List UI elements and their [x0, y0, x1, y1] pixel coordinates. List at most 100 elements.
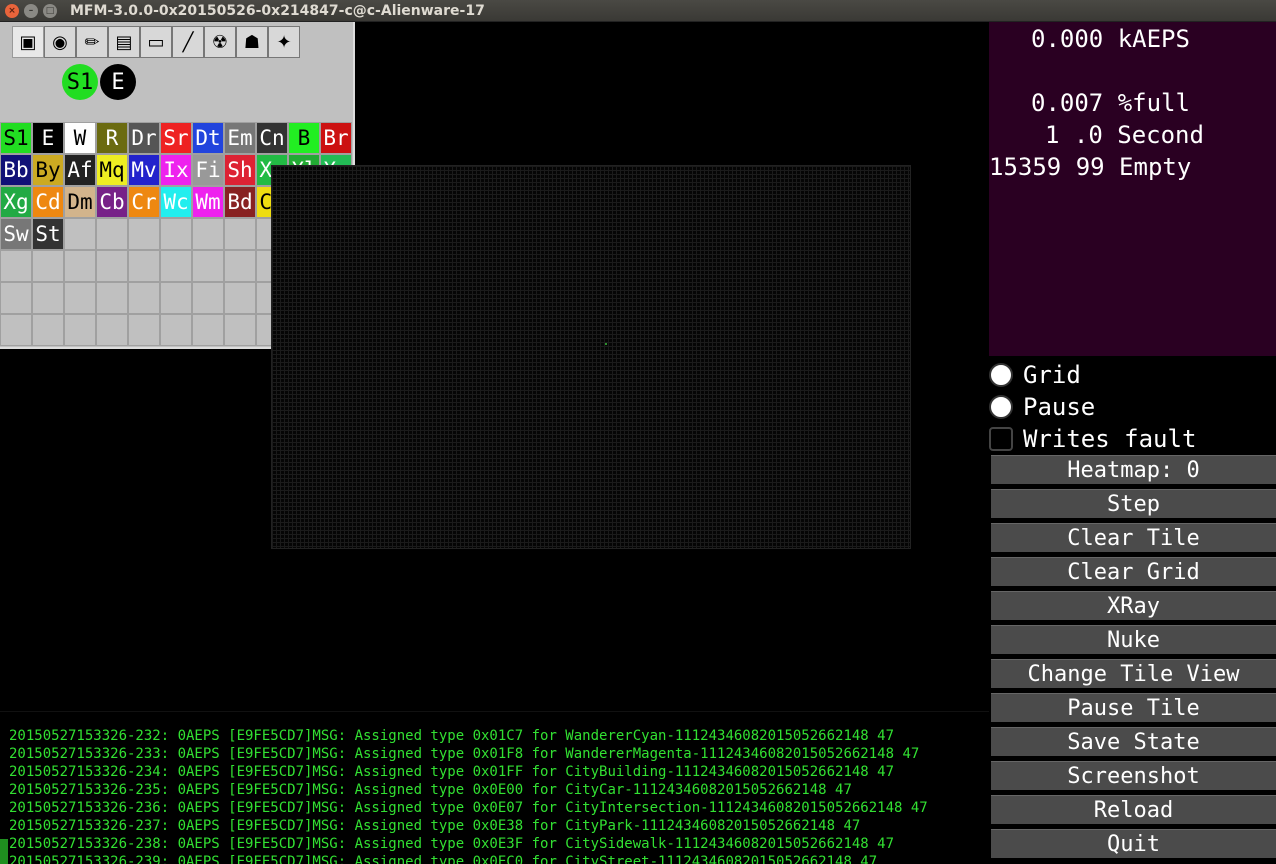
element-cell[interactable]: Af [64, 154, 96, 186]
element-cell[interactable]: Wm [192, 186, 224, 218]
element-cell[interactable]: R [96, 122, 128, 154]
element-cell[interactable]: Xg [0, 186, 32, 218]
checkbox-label: Writes fault [1023, 425, 1197, 453]
airbrush-icon: ✦ [276, 31, 292, 53]
aeps-readout: 0.000 kAEPS [1031, 25, 1190, 53]
empty-element-cell [64, 282, 96, 314]
change-tile-view-button[interactable]: Change Tile View [991, 659, 1276, 688]
empty-element-cell [192, 218, 224, 250]
element-cell[interactable]: Cd [32, 186, 64, 218]
empty-element-cell [224, 250, 256, 282]
checkbox-label: Grid [1023, 361, 1081, 389]
element-cell[interactable]: Br [320, 122, 352, 154]
brush-icon: ╱ [182, 31, 194, 53]
element-cell[interactable]: B [288, 122, 320, 154]
log-line: 20150527153326-237: 0AEPS [E9FE5CD7]MSG:… [9, 818, 861, 834]
empty-element-cell [160, 250, 192, 282]
step-button[interactable]: Step [991, 489, 1276, 518]
log-line: 20150527153326-234: 0AEPS [E9FE5CD7]MSG:… [9, 764, 895, 780]
element-cell[interactable]: By [32, 154, 64, 186]
element-cell[interactable]: S1 [0, 122, 32, 154]
element-cell[interactable]: Dm [64, 186, 96, 218]
tool-button[interactable]: ✏ [76, 26, 108, 58]
tool-button[interactable]: ╱ [172, 26, 204, 58]
minimize-window-button[interactable]: – [24, 3, 38, 18]
screenshot-button[interactable]: Screenshot [991, 761, 1276, 790]
empty-element-cell [96, 282, 128, 314]
element-cell[interactable]: Sw [0, 218, 32, 250]
close-window-button[interactable]: × [5, 3, 19, 18]
atom[interactable] [605, 343, 607, 345]
selector-icon: ▣ [19, 31, 37, 53]
primary-atom[interactable]: S1 [62, 64, 98, 100]
empty-element-cell [192, 282, 224, 314]
empty-element-cell [32, 314, 64, 346]
element-cell[interactable]: St [32, 218, 64, 250]
checkbox-pause[interactable]: Pause [989, 393, 1095, 421]
empty-element-cell [64, 250, 96, 282]
quit-button[interactable]: Quit [991, 829, 1276, 858]
tool-button[interactable]: ☗ [236, 26, 268, 58]
clear-grid-button[interactable]: Clear Grid [991, 557, 1276, 586]
nuke-button[interactable]: Nuke [991, 625, 1276, 654]
save-state-button[interactable]: Save State [991, 727, 1276, 756]
element-cell[interactable]: Cb [96, 186, 128, 218]
element-cell[interactable]: Sh [224, 154, 256, 186]
checkbox-label: Pause [1023, 393, 1096, 421]
secondary-atom[interactable]: E [100, 64, 136, 100]
xray-icon: ☗ [243, 31, 261, 53]
atom-selector-icon: ◉ [52, 31, 68, 53]
empty-element-cell [160, 314, 192, 346]
empty-element-cell [32, 250, 64, 282]
element-cell[interactable]: Ix [160, 154, 192, 186]
tool-button[interactable]: ▭ [140, 26, 172, 58]
element-cell[interactable]: W [64, 122, 96, 154]
tile-grid-view[interactable] [271, 165, 911, 549]
element-cell[interactable]: Wc [160, 186, 192, 218]
empty-element-cell [224, 218, 256, 250]
tool-button[interactable]: ▣ [12, 26, 44, 58]
log-line: 20150527153326-233: 0AEPS [E9FE5CD7]MSG:… [9, 746, 920, 762]
checkbox-indicator[interactable] [989, 363, 1013, 387]
checkbox-indicator[interactable] [989, 395, 1013, 419]
element-cell[interactable]: Bb [0, 154, 32, 186]
log-line: 20150527153326-238: 0AEPS [E9FE5CD7]MSG:… [9, 836, 895, 852]
element-cell[interactable]: Sr [160, 122, 192, 154]
element-cell[interactable]: E [32, 122, 64, 154]
reload-button[interactable]: Reload [991, 795, 1276, 824]
full-readout: 0.007 %full [1031, 89, 1190, 117]
tool-button[interactable]: ☢ [204, 26, 236, 58]
tool-button[interactable]: ✦ [268, 26, 300, 58]
element-cell[interactable]: Dr [128, 122, 160, 154]
element-cell[interactable]: Cr [128, 186, 160, 218]
checkbox-writes-fault[interactable]: Writes fault [989, 425, 1196, 453]
log-line: 20150527153326-235: 0AEPS [E9FE5CD7]MSG:… [9, 782, 852, 798]
clear-tile-button[interactable]: Clear Tile [991, 523, 1276, 552]
checkbox-indicator[interactable] [989, 427, 1013, 451]
log-line: 20150527153326-239: 0AEPS [E9FE5CD7]MSG:… [9, 854, 878, 864]
stats-panel: 0.000 kAEPS 0.007 %full 1 .0 Second 1535… [989, 22, 1276, 356]
title-bar: × – □ MFM-3.0.0-0x20150526-0x214847-c@c-… [0, 0, 1276, 22]
element-cell[interactable]: Bd [224, 186, 256, 218]
empty-element-cell [160, 282, 192, 314]
pause-tile-button[interactable]: Pause Tile [991, 693, 1276, 722]
log-line: 20150527153326-232: 0AEPS [E9FE5CD7]MSG:… [9, 728, 895, 744]
checkbox-grid[interactable]: Grid [989, 361, 1081, 389]
log-line: 20150527153326-236: 0AEPS [E9FE5CD7]MSG:… [9, 800, 928, 816]
element-cell[interactable]: Mq [96, 154, 128, 186]
element-cell[interactable]: Em [224, 122, 256, 154]
selected-atoms: S1 E [62, 64, 136, 100]
empty-element-cell [64, 218, 96, 250]
tool-button[interactable]: ▤ [108, 26, 140, 58]
element-cell[interactable]: Mv [128, 154, 160, 186]
tool-button[interactable]: ◉ [44, 26, 76, 58]
heatmap-0-button[interactable]: Heatmap: 0 [991, 455, 1276, 484]
maximize-window-button[interactable]: □ [43, 3, 57, 18]
element-cell[interactable]: Cn [256, 122, 288, 154]
element-cell[interactable]: Dt [192, 122, 224, 154]
empty-element-cell [192, 250, 224, 282]
empty-element-cell [128, 314, 160, 346]
empty-element-cell [32, 282, 64, 314]
xray-button[interactable]: XRay [991, 591, 1276, 620]
element-cell[interactable]: Fi [192, 154, 224, 186]
